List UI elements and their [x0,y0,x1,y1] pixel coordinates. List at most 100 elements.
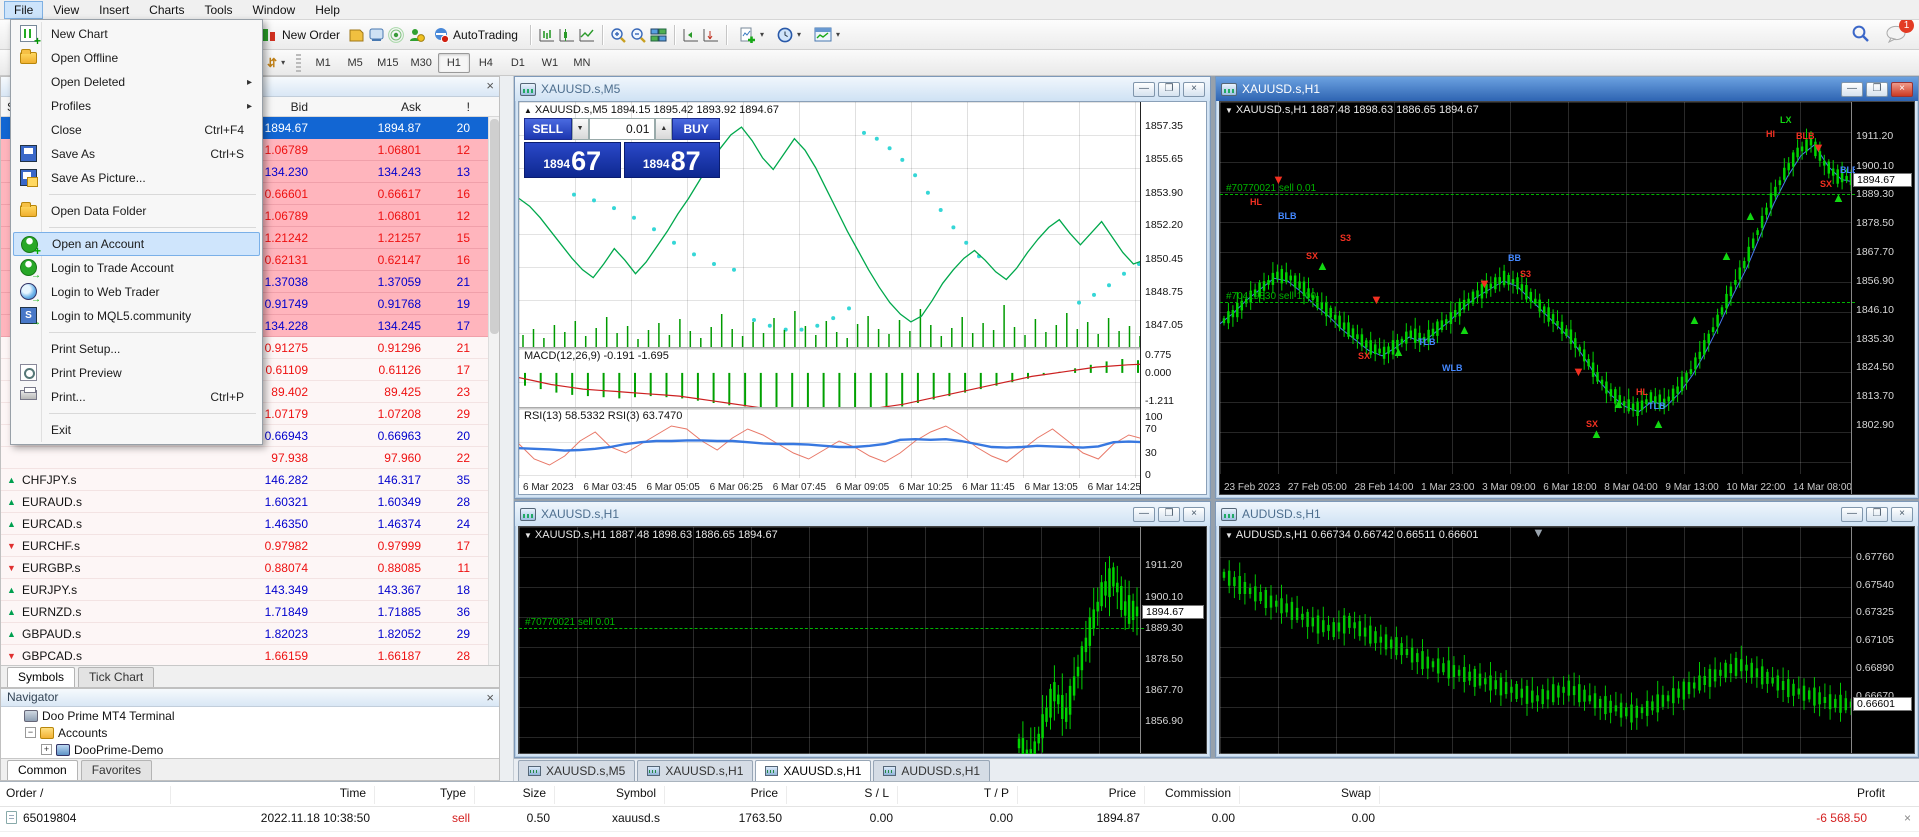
file-menu-item[interactable]: Exit [13,418,260,442]
menu-bar-item[interactable]: Window [243,1,306,19]
menu-bar-item[interactable]: Insert [89,1,139,19]
restore-button[interactable]: ❐ [1866,507,1888,522]
minimize-button[interactable]: — [1841,507,1863,522]
price-axis[interactable]: 1857.351855.651853.901852.201850.451848.… [1140,102,1206,494]
navigator-tree-item[interactable]: + DooPrime-Demo [1,741,499,758]
line-chart-mode-icon[interactable] [578,27,595,43]
terminal-column-header[interactable]: Swap [1239,786,1375,804]
chart-content[interactable]: ▲XAUUSD.s,M5 1894.15 1895.42 1893.92 189… [518,101,1207,495]
market-watch-row[interactable]: ▼GBPCAD.s 1.66159 1.66187 28 [1,645,499,667]
menu-bar-item[interactable]: Help [305,1,350,19]
file-menu-item[interactable]: Print... Ctrl+P [13,385,260,409]
open-account-icon[interactable] [408,27,425,43]
market-watch-row[interactable]: ▼EURGBP.s 0.88074 0.88085 11 [1,557,499,579]
signals-icon[interactable] [388,27,405,43]
market-watch-row[interactable]: ▲EURNZD.s 1.71849 1.71885 36 [1,601,499,623]
file-menu-item[interactable] [13,328,260,337]
close-button[interactable]: × [1891,507,1913,522]
market-watch-row[interactable]: ▲CHFJPY.s 146.282 146.317 35 [1,469,499,491]
terminal-column-header[interactable]: S / L [786,786,893,804]
minimize-button[interactable]: — [1133,507,1155,522]
candlestick-mode-icon[interactable] [558,27,575,43]
sell-price-panel[interactable]: 189467 [524,142,621,178]
file-menu-item[interactable]: Print Preview [13,361,260,385]
chart-tab[interactable]: XAUUSD.s,H1 [755,760,871,781]
timeframe-button[interactable]: H4 [470,53,502,73]
sell-button[interactable]: SELL [524,118,572,140]
zoom-in-icon[interactable] [610,27,627,43]
autotrading-button[interactable]: AutoTrading [428,24,523,46]
close-button[interactable]: × [1891,82,1913,97]
file-menu-item[interactable]: Open Offline [13,46,260,70]
volume-input[interactable]: 0.01 [589,118,656,140]
file-menu-item[interactable] [13,409,260,418]
column-ask[interactable]: Ask [308,100,421,114]
timeframe-button[interactable]: M30 [404,53,437,73]
scrollbar-thumb[interactable] [490,119,499,334]
toolbar-grip[interactable] [296,54,301,72]
timeframe-button[interactable]: M5 [339,53,371,73]
chart-tab[interactable]: AUDUSD.s,H1 [873,760,990,781]
navigator-tree-item[interactable]: Doo Prime MT4 Terminal [1,707,499,724]
navigator-tab[interactable]: Favorites [81,760,152,780]
add-indicator-button[interactable]: ▾ [734,24,769,46]
menu-bar-item[interactable]: File [4,1,43,19]
terminal-order-row[interactable]: 65019804 2022.11.18 10:38:50 sell 0.50 x… [0,807,1919,831]
market-watch-row[interactable]: ▲EURJPY.s 143.349 143.367 18 [1,579,499,601]
file-menu-item[interactable]: Open an Account [13,232,260,256]
file-menu-item[interactable]: Profiles ▸ [13,94,260,118]
periods-button[interactable]: ▾ [772,24,806,46]
tile-windows-icon[interactable] [650,27,667,43]
file-menu-item[interactable]: Login to Trade Account [13,256,260,280]
templates-button[interactable]: ▾ [809,24,845,45]
market-watch-row[interactable]: ▼EURCHF.s 0.97982 0.97999 17 [1,535,499,557]
menu-bar-item[interactable]: Charts [139,1,194,19]
open-trade-line[interactable]: #70770021 sell 0.01 [519,628,1144,629]
buy-button[interactable]: BUY [672,118,720,140]
volume-decrease-button[interactable]: ▼ [572,118,589,140]
chart-shift-icon[interactable] [682,27,699,43]
market-watch-row[interactable]: ▲EURAUD.s 1.60321 1.60349 28 [1,491,499,513]
price-axis[interactable]: 1911.201900.101889.301878.501867.701856.… [1140,527,1206,753]
symbols-sort-button[interactable]: ⇵ ▾ [262,53,290,73]
chart-autoscroll-icon[interactable] [702,27,719,43]
window-titlebar[interactable]: XAUUSD.s,H1 — ❐ × [1216,77,1918,101]
tree-expander-icon[interactable]: + [41,744,52,755]
close-button[interactable]: × [1183,507,1205,522]
file-menu-item[interactable] [13,223,260,232]
terminal-column-header[interactable]: Commission [1144,786,1235,804]
price-axis[interactable]: 1911.201900.101889.301878.501867.701856.… [1851,102,1914,494]
file-menu-item[interactable]: Save As Picture... [13,166,260,190]
minimize-button[interactable]: — [1133,82,1155,97]
close-order-icon[interactable]: × [1904,811,1911,825]
timeframe-button[interactable]: M1 [307,53,339,73]
terminal-column-header[interactable]: Symbol [554,786,660,804]
market-watch-tab[interactable]: Tick Chart [78,667,154,687]
search-icon[interactable] [1851,24,1871,44]
file-menu-item[interactable]: Open Data Folder [13,199,260,223]
market-watch-row[interactable]: ▲GBPAUD.s 1.82023 1.82052 29 [1,623,499,645]
history-center-icon[interactable] [348,27,365,43]
chart-content[interactable]: ▼XAUUSD.s,H1 1887.48 1898.63 1886.65 189… [518,526,1207,754]
window-titlebar[interactable]: AUDUSD.s,H1 — ❐ × [1216,502,1918,526]
column-spread[interactable]: ! [421,100,476,114]
terminal-column-header[interactable]: T / P [897,786,1013,804]
panel-close-icon[interactable]: × [486,690,494,705]
timeframe-button[interactable]: D1 [502,53,534,73]
market-watch-tab[interactable]: Symbols [7,667,75,687]
timeframe-button[interactable]: H1 [438,53,470,73]
file-menu-item[interactable]: Open Deleted ▸ [13,70,260,94]
window-titlebar[interactable]: XAUUSD.s,H1 — ❐ × [515,502,1210,526]
restore-button[interactable]: ❐ [1158,507,1180,522]
file-menu-item[interactable]: Close Ctrl+F4 [13,118,260,142]
terminal-column-header[interactable]: Price [1017,786,1140,804]
terminal-column-header[interactable]: Profit [1379,786,1889,804]
chart-tab[interactable]: XAUUSD.s,M5 [518,760,635,781]
menu-bar-item[interactable]: Tools [195,1,243,19]
panel-close-icon[interactable]: × [486,78,494,93]
menu-bar-item[interactable]: View [43,1,89,19]
chart-tab[interactable]: XAUUSD.s,H1 [637,760,753,781]
price-axis[interactable]: 0.677600.675400.673250.671050.668900.666… [1851,527,1914,753]
file-menu-item[interactable]: Save As Ctrl+S [13,142,260,166]
terminal-window-icon[interactable] [368,27,385,43]
